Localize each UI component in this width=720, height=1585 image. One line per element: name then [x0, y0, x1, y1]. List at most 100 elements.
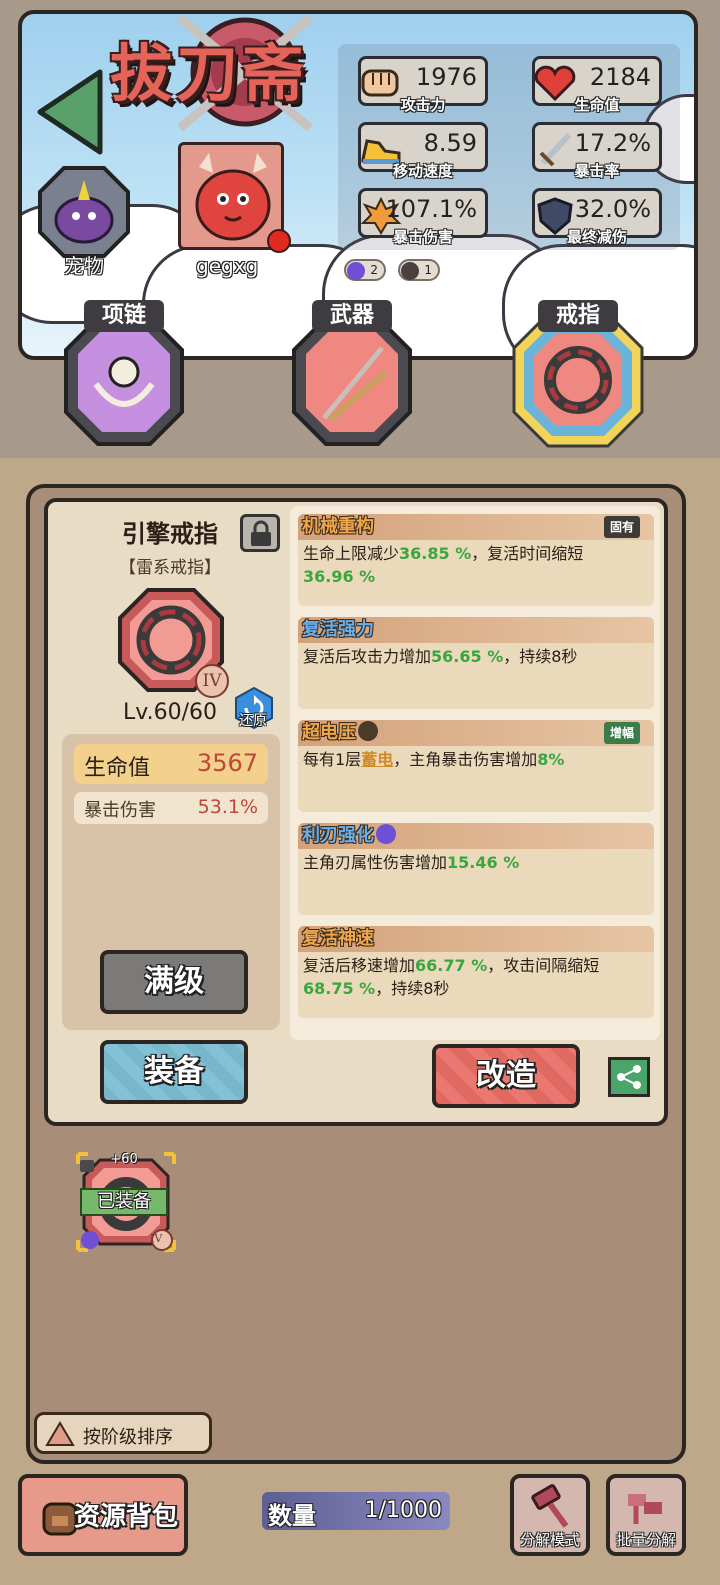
red-demon-avatar-icon	[195, 153, 271, 241]
affix-value: 66.77 %	[415, 956, 488, 975]
stat-value: 2184	[589, 63, 651, 91]
reforge-button[interactable]: 改造	[432, 1044, 580, 1108]
affix-keyword[interactable]: 蓄电	[361, 750, 393, 769]
batch-hammer-icon	[628, 1494, 662, 1524]
katana-icon	[292, 316, 412, 446]
batch-decompose-button[interactable]: 批量分解	[606, 1474, 686, 1556]
player-name: gegxg	[196, 254, 259, 278]
slot-label: 武器	[312, 300, 392, 332]
tier-badge: IV	[195, 664, 229, 698]
affix-value: 56.65 %	[431, 647, 504, 666]
slot-label: 戒指	[538, 300, 618, 332]
affix-tag: 增幅	[603, 722, 640, 744]
stat-value: 17.2%	[574, 129, 651, 157]
affix-title-bar: 机械重构 固有	[298, 514, 654, 540]
vortex-icon	[376, 824, 396, 844]
max-level-button[interactable]: 满级	[100, 950, 248, 1014]
affix-text: ，持续8秒	[503, 647, 578, 666]
pet-label: 宠物	[64, 254, 104, 278]
affix-title-bar: 复活神速	[298, 926, 654, 952]
affix-title: 机械重构	[302, 516, 374, 537]
stat-hp: 2184 生命值	[532, 56, 662, 114]
item-name: 引擎戒指	[122, 520, 218, 548]
resonance-count: 1	[424, 263, 432, 277]
sort-by-tier-button[interactable]: 按阶级排序	[34, 1412, 212, 1454]
main-stat-row: 生命值 3567	[74, 744, 268, 784]
sort-label: 按阶级排序	[83, 1427, 173, 1448]
item-type: 【雷系戒指】	[119, 558, 221, 578]
affix-text: ，主角暴击伤害增加	[393, 750, 538, 769]
hammer-icon	[531, 1484, 569, 1528]
item-count: 数量 1/1000	[262, 1492, 450, 1530]
stat-crit-damage: 107.1% 暴击伤害	[358, 188, 488, 246]
sub-stat-row: 暴击伤害 53.1%	[74, 792, 268, 824]
affix-text: ，复活时间缩短	[471, 544, 584, 563]
affix-description: 复活后移速增加66.77 %，攻击间隔缩短 68.75 %，持续8秒	[303, 954, 648, 1000]
slot-ring[interactable]: 戒指	[512, 300, 644, 456]
affix-value: 15.46 %	[447, 853, 520, 872]
triangle-icon	[45, 1421, 75, 1446]
resonance-badge-lightning[interactable]: 1	[398, 259, 440, 281]
stat-value: 8.59	[423, 129, 477, 157]
share-button[interactable]	[608, 1057, 650, 1097]
affix-text: 主角刃属性伤害增加	[303, 853, 448, 872]
affix-value: 68.75 %	[303, 979, 376, 998]
stat-attack: 1976 攻击力	[358, 56, 488, 114]
affix-description: 主角刃属性伤害增加15.46 %	[303, 851, 648, 874]
count-value: 1/1000	[364, 1498, 442, 1523]
affix-item: 复活强力 复活后攻击力增加56.65 %，持续8秒	[298, 617, 654, 709]
affix-description: 复活后攻击力增加56.65 %，持续8秒	[303, 645, 648, 668]
affix-title: 复活强力	[302, 619, 374, 640]
resonance-count: 2	[370, 263, 378, 277]
stat-value: 1976	[415, 63, 477, 91]
lightning-icon	[401, 262, 419, 280]
stat-label: 暴击伤害	[392, 228, 453, 246]
affix-title: 复活神速	[302, 928, 374, 949]
item-level: Lv.60/60	[123, 700, 217, 725]
affix-description: 生命上限减少36.85 %，复活时间缩短 36.96 %	[303, 542, 648, 588]
affix-text: ，攻击间隔缩短	[487, 956, 600, 975]
equip-button[interactable]: 装备	[100, 1040, 248, 1104]
pet-slot[interactable]: 宠物	[38, 166, 130, 278]
affix-value: 8%	[537, 750, 565, 769]
lock-icon	[251, 520, 271, 546]
affix-text: 复活后攻击力增加	[303, 647, 432, 666]
item-plus-level: +60	[110, 1152, 138, 1167]
stat-move-speed: 8.59 移动速度	[358, 122, 488, 180]
affix-title: 利刃强化	[302, 825, 374, 846]
resource-backpack-button[interactable]: 资源背包	[18, 1474, 188, 1556]
stat-damage-reduction: 32.0% 最终减伤	[532, 188, 662, 246]
slot-necklace[interactable]: 项链	[62, 300, 186, 450]
affix-item: 超电压 增幅 每有1层蓄电，主角暴击伤害增加8%	[298, 720, 654, 812]
backpack-label: 资源背包	[74, 1502, 179, 1532]
affix-tag: 固有	[603, 516, 640, 538]
restore-label: 还原	[239, 713, 267, 729]
affix-item: 利刃强化 主角刃属性伤害增加15.46 %	[298, 823, 654, 915]
count-label: 数量	[268, 1502, 316, 1530]
lock-button[interactable]	[240, 514, 280, 552]
notification-dot	[267, 229, 291, 253]
item-tier-label: IV	[150, 1232, 163, 1245]
stat-crit-rate: 17.2% 暴击率	[532, 122, 662, 180]
resonance-badge-vortex[interactable]: 2	[344, 259, 386, 281]
affix-value: 36.96 %	[303, 567, 376, 586]
pet-frame-octagon	[38, 166, 130, 258]
slot-weapon[interactable]: 武器	[290, 300, 414, 450]
affix-text: 生命上限减少	[303, 544, 400, 563]
back-arrow-icon[interactable]	[34, 66, 106, 158]
stat-label: 攻击力	[400, 96, 446, 114]
slot-label: 项链	[84, 300, 164, 332]
affix-value: 36.85 %	[399, 544, 472, 563]
affix-title-bar: 超电压 增幅	[298, 720, 654, 746]
player-avatar[interactable]	[178, 142, 291, 253]
decompose-mode-button[interactable]: 分解模式	[510, 1474, 590, 1556]
stat-value: 107.1%	[385, 195, 477, 223]
stat-value: 32.0%	[574, 195, 651, 223]
affix-text: 每有1层	[303, 750, 362, 769]
stat-label: 暴击率	[574, 162, 620, 180]
affix-description: 每有1层蓄电，主角暴击伤害增加8%	[303, 748, 648, 771]
equipped-label: 已装备	[80, 1188, 168, 1216]
affix-item: 复活神速 复活后移速增加66.77 %，攻击间隔缩短 68.75 %，持续8秒	[298, 926, 654, 1018]
affix-text: 复活后移速增加	[303, 956, 416, 975]
main-stat-value: 3567	[196, 749, 258, 777]
